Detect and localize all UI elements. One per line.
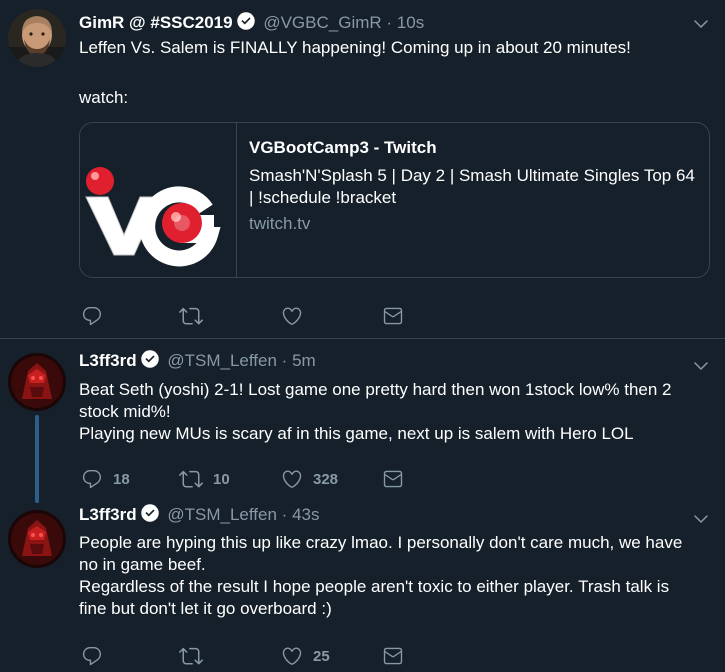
card-text: VGBootCamp3 - Twitch Smash'N'Splash 5 | … [249,137,699,235]
envelope-icon [382,305,404,327]
tweet-actions: 18 10 328 [79,467,479,491]
avatar[interactable] [8,9,66,67]
reply-button[interactable] [81,304,113,328]
like-count: 328 [313,470,339,488]
verified-badge-icon [140,349,160,369]
retweet-button[interactable] [179,304,213,328]
tweet-line: Playing new MUs is scary af in this game… [79,424,634,443]
display-name[interactable]: GimR @ #SSC2019 [79,13,233,32]
avatar[interactable] [8,353,66,411]
avatar[interactable] [8,510,66,568]
separator-dot: · [386,13,393,32]
card-title: VGBootCamp3 - Twitch [249,138,437,157]
handle[interactable]: @TSM_Leffen [167,351,277,370]
retweet-icon [179,467,203,491]
retweet-button[interactable]: 10 [179,467,230,491]
tweet-line: Beat Seth (yoshi) 2-1! Lost game one pre… [79,380,677,421]
envelope-icon [382,468,404,490]
reply-count: 18 [113,470,130,488]
tweet[interactable]: GimR @ #SSC2019 @VGBC_GimR · 10s Leffen … [0,0,725,339]
tweet-actions [79,304,479,328]
tweet-line [79,59,709,81]
tweet-text: Beat Seth (yoshi) 2-1! Lost game one pre… [79,379,709,445]
envelope-icon [382,645,404,667]
chevron-down-icon[interactable] [692,357,710,375]
verified-badge-icon [236,11,256,31]
like-button[interactable]: 328 [281,467,338,491]
display-name[interactable]: L3ff3rd [79,505,137,524]
tweet-text: People are hyping this up like crazy lma… [79,532,709,620]
tweet-header: L3ff3rd @TSM_Leffen · 5m [79,349,316,372]
reply-icon [81,305,103,327]
direct-message-button[interactable] [382,467,404,491]
reply-button[interactable]: 18 [81,467,130,491]
handle[interactable]: @VGBC_GimR [263,13,381,32]
timestamp[interactable]: 5m [292,351,316,370]
display-name[interactable]: L3ff3rd [79,351,137,370]
tweet-line: People are hyping this up like crazy lma… [79,533,688,574]
tweet-line: Leffen Vs. Salem is FINALLY happening! C… [79,38,631,57]
heart-icon [281,468,303,490]
retweet-count: 10 [213,470,230,488]
like-button[interactable]: 25 [281,644,330,668]
tweet-line: watch: [79,88,129,107]
tweet-line: Regardless of the result I hope people a… [79,577,674,618]
card-description: Smash'N'Splash 5 | Day 2 | Smash Ultimat… [249,166,695,207]
direct-message-button[interactable] [382,644,404,668]
tweet-text: Leffen Vs. Salem is FINALLY happening! C… [79,37,709,109]
avatar-image [8,510,66,568]
chevron-down-icon[interactable] [692,15,710,33]
tweet-actions: 25 [79,644,479,668]
like-button[interactable] [281,304,313,328]
retweet-button[interactable] [179,644,213,668]
tweet-header: GimR @ #SSC2019 @VGBC_GimR · 10s [79,11,424,34]
tweet-header: L3ff3rd @TSM_Leffen · 43s [79,503,319,526]
like-count: 25 [313,647,330,665]
reply-icon [81,645,103,667]
chevron-down-icon[interactable] [692,510,710,528]
separator-dot: · [281,351,288,370]
timestamp[interactable]: 43s [292,505,319,524]
heart-icon [281,305,303,327]
retweet-icon [179,304,203,328]
card-thumbnail [80,123,237,277]
heart-icon [281,645,303,667]
link-card[interactable]: VGBootCamp3 - Twitch Smash'N'Splash 5 | … [79,122,710,278]
reply-icon [81,468,103,490]
handle[interactable]: @TSM_Leffen [167,505,277,524]
timestamp[interactable]: 10s [397,13,424,32]
direct-message-button[interactable] [382,304,404,328]
reply-button[interactable] [81,644,113,668]
separator-dot: · [281,505,288,524]
vg-logo-icon [80,123,236,277]
card-domain: twitch.tv [249,214,311,233]
avatar-image [8,353,66,411]
retweet-icon [179,644,203,668]
verified-badge-icon [140,503,160,523]
avatar-image [8,9,66,67]
